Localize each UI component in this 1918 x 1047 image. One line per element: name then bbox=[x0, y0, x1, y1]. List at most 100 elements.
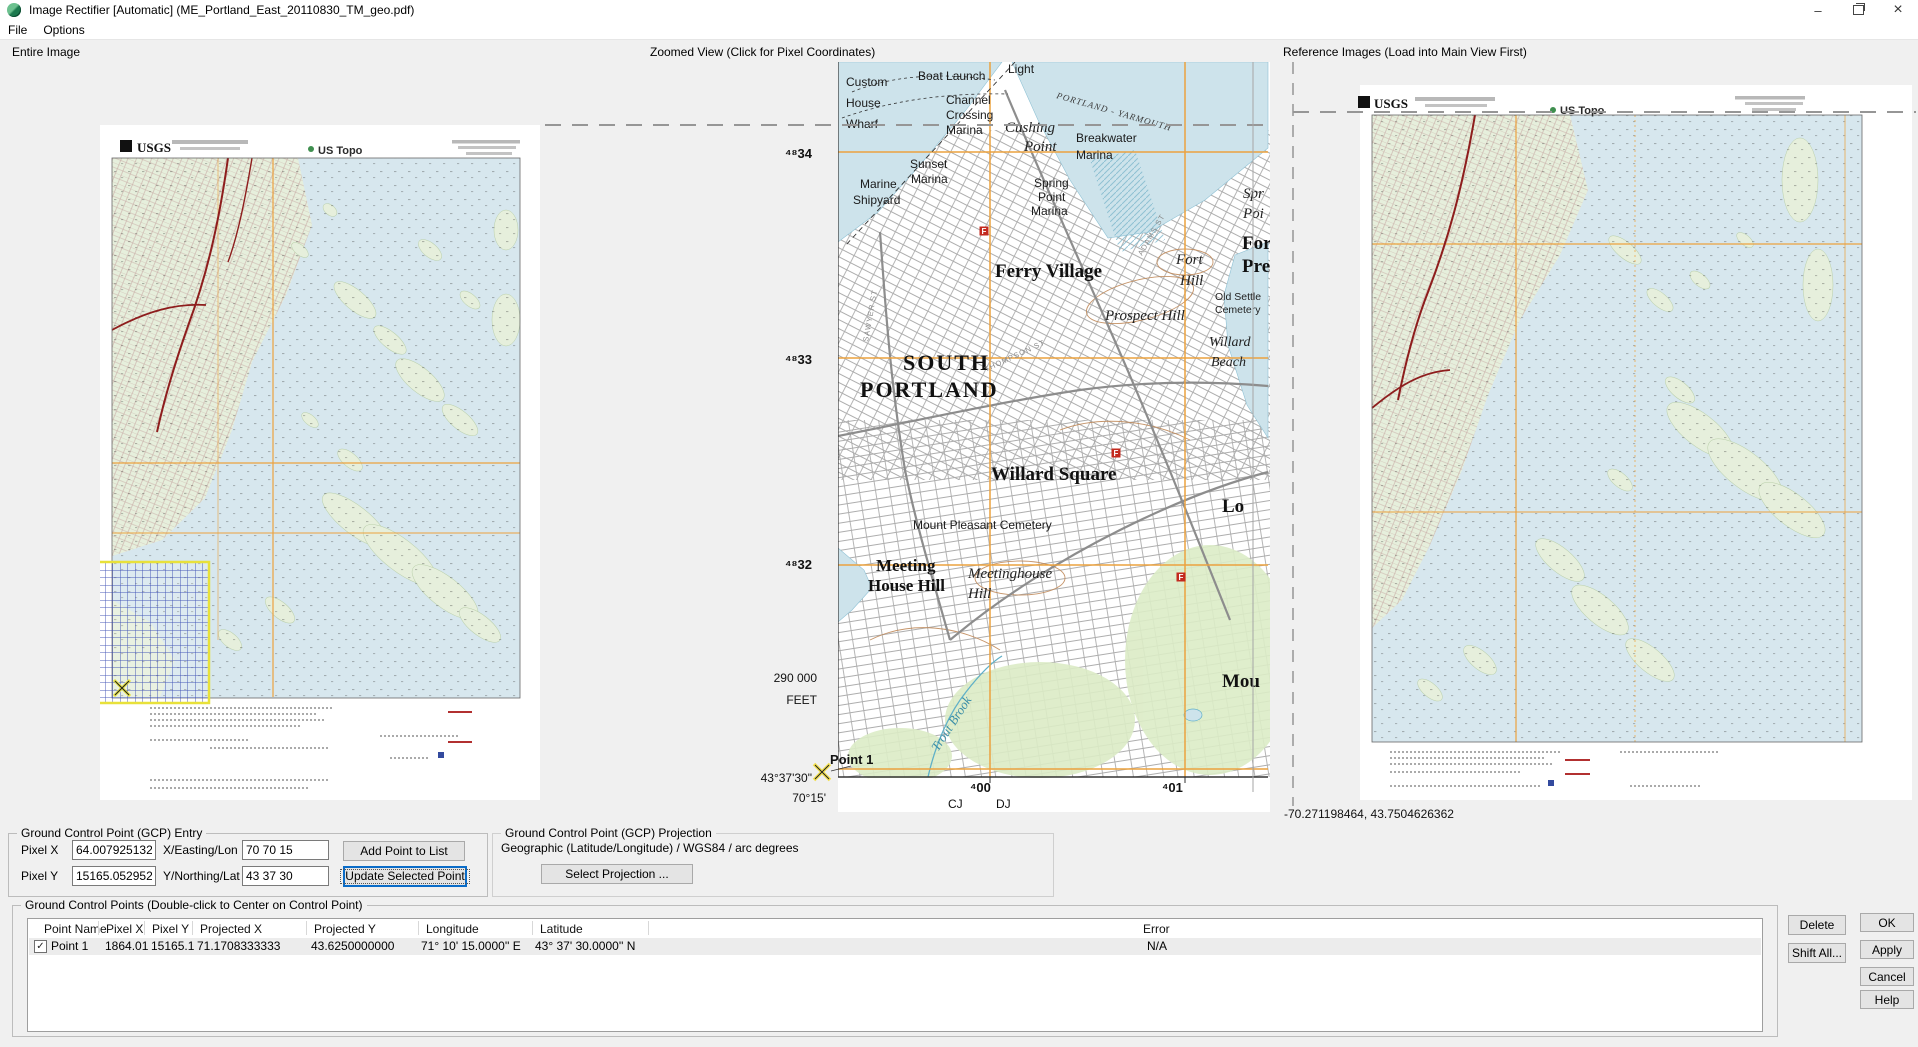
apply-button[interactable]: Apply bbox=[1860, 940, 1914, 959]
map-label: ⁴00 bbox=[970, 780, 991, 795]
map-label: 290 000 bbox=[774, 671, 818, 685]
col-pixel-x[interactable]: Pixel X bbox=[106, 922, 143, 936]
cell-pixel-x: 1864.01 bbox=[105, 939, 148, 953]
map-label: ⁴⁸32 bbox=[785, 557, 812, 572]
row-checkbox[interactable]: ✓ bbox=[34, 940, 47, 953]
map-label: Lo bbox=[1222, 496, 1244, 517]
pixel-x-label: Pixel X bbox=[21, 843, 58, 857]
ok-button[interactable]: OK bbox=[1860, 913, 1914, 932]
map-label: SOUTH bbox=[903, 350, 990, 375]
x-easting-lon-label: X/Easting/Lon bbox=[163, 843, 238, 857]
map-label: Prospect Hill bbox=[1104, 308, 1185, 324]
map-label: Marina bbox=[1076, 148, 1113, 162]
map-label: USGS bbox=[1374, 96, 1408, 111]
map-label: House Hill bbox=[868, 576, 945, 595]
help-button[interactable]: Help bbox=[1860, 990, 1914, 1009]
map-label: DJ bbox=[996, 797, 1011, 811]
map-label: Pre bbox=[1242, 256, 1270, 277]
map-label: Point bbox=[1023, 139, 1057, 155]
cell-point-name: Point 1 bbox=[51, 939, 88, 953]
map-label: Mount Pleasant Cemetery bbox=[913, 518, 1052, 532]
entire-image-view[interactable]: USGS US Topo bbox=[90, 125, 540, 800]
col-latitude[interactable]: Latitude bbox=[540, 922, 583, 936]
map-label: ⁴⁸34 bbox=[785, 146, 813, 161]
pixel-x-field[interactable] bbox=[72, 840, 156, 860]
gcp-entry-group-label: Ground Control Point (GCP) Entry bbox=[17, 826, 206, 840]
update-point-button[interactable]: Update Selected Point bbox=[343, 866, 467, 887]
map-label: Light bbox=[1008, 62, 1035, 76]
map-label: Ferry Village bbox=[995, 261, 1102, 282]
x-easting-lon-field[interactable] bbox=[242, 840, 329, 860]
map-label: CJ bbox=[948, 797, 963, 811]
map-label: Willard bbox=[1209, 335, 1251, 350]
col-pixel-y[interactable]: Pixel Y bbox=[152, 922, 189, 936]
map-label: -70.271198464, 43.7504626362 bbox=[1284, 807, 1454, 821]
gcp-table-row[interactable]: ✓ Point 1 1864.01 15165.1 71.1708333333 … bbox=[29, 938, 1761, 955]
facility-marker-label: F bbox=[1179, 573, 1184, 582]
map-label: Point 1 bbox=[830, 752, 873, 767]
map-label: USGS bbox=[137, 140, 171, 155]
col-projected-y[interactable]: Projected Y bbox=[314, 922, 376, 936]
delete-button[interactable]: Delete bbox=[1788, 915, 1846, 935]
gcp-points-table[interactable]: Point Name Pixel X Pixel Y Projected X P… bbox=[27, 918, 1763, 1032]
map-label: Old Settle bbox=[1215, 291, 1261, 303]
map-label: Marina bbox=[1031, 204, 1068, 218]
map-label: Point bbox=[1038, 190, 1066, 204]
map-label: Hill bbox=[1179, 273, 1203, 289]
gcp-points-group: Ground Control Points (Double-click to C… bbox=[12, 905, 1778, 1037]
cell-error: N/A bbox=[1147, 939, 1167, 953]
zoomed-view-map[interactable]: FFF CustomHouseWharfBoat LaunchLightPORT… bbox=[761, 62, 1295, 812]
cell-projected-x: 71.1708333333 bbox=[197, 939, 280, 953]
map-label: Marina bbox=[911, 172, 948, 186]
y-northing-lat-field[interactable] bbox=[242, 866, 329, 886]
map-label: US Topo bbox=[318, 145, 363, 157]
map-label: ⁴⁸33 bbox=[785, 352, 812, 367]
map-label: 43°37'30" bbox=[761, 771, 812, 785]
map-label: House bbox=[846, 96, 881, 110]
map-label: ⁴01 bbox=[1162, 780, 1183, 795]
map-label: Shipyard bbox=[853, 193, 900, 207]
map-label: Willard Square bbox=[991, 464, 1116, 485]
y-northing-lat-label: Y/Northing/Lat bbox=[163, 869, 240, 883]
map-label: Breakwater bbox=[1076, 131, 1137, 145]
map-label: Hill bbox=[967, 586, 991, 602]
map-label: Meeting bbox=[876, 556, 936, 575]
pixel-y-field[interactable] bbox=[72, 866, 156, 886]
cell-latitude: 43° 37' 30.0000'' N bbox=[535, 939, 635, 953]
map-label: Fort bbox=[1175, 252, 1204, 268]
facility-marker-label: F bbox=[1114, 449, 1119, 458]
gcp-points-group-label: Ground Control Points (Double-click to C… bbox=[21, 898, 367, 912]
zoom-selection-box[interactable] bbox=[90, 562, 209, 703]
shift-all-button[interactable]: Shift All... bbox=[1788, 943, 1846, 963]
gcp-entry-group: Ground Control Point (GCP) Entry Pixel X… bbox=[8, 833, 488, 897]
map-label: Beach bbox=[1211, 355, 1246, 370]
map-label: Marine bbox=[860, 177, 897, 191]
map-label: FEET bbox=[786, 693, 817, 707]
map-label: For bbox=[1242, 233, 1272, 254]
col-error[interactable]: Error bbox=[1143, 922, 1170, 936]
gcp-marker-point1[interactable] bbox=[814, 764, 830, 780]
gcp-projection-group-label: Ground Control Point (GCP) Projection bbox=[501, 826, 716, 840]
add-point-button[interactable]: Add Point to List bbox=[343, 841, 465, 861]
map-label: Custom bbox=[846, 75, 887, 89]
cell-pixel-y: 15165.1 bbox=[151, 939, 194, 953]
map-label: PORTLAND bbox=[860, 377, 999, 402]
cancel-button[interactable]: Cancel bbox=[1860, 967, 1914, 986]
image-rectifier-window: { "window": { "title": "Image Rectifier … bbox=[0, 0, 1918, 1047]
map-label: Spring bbox=[1034, 176, 1069, 190]
projection-value: Geographic (Latitude/Longitude) / WGS84 … bbox=[501, 841, 799, 855]
map-label: Mou bbox=[1222, 671, 1260, 692]
reference-image-view[interactable]: USGSUS Topo bbox=[1358, 85, 1912, 800]
gcp-projection-group: Ground Control Point (GCP) Projection Ge… bbox=[492, 833, 1054, 897]
pixel-y-label: Pixel Y bbox=[21, 869, 58, 883]
map-label: Cemetery bbox=[1215, 304, 1261, 316]
map-label: Meetinghouse bbox=[967, 566, 1052, 582]
col-projected-x[interactable]: Projected X bbox=[200, 922, 262, 936]
col-longitude[interactable]: Longitude bbox=[426, 922, 479, 936]
map-label: Crossing bbox=[946, 108, 993, 122]
map-label: 70°15' bbox=[792, 791, 826, 805]
map-label: Cushing bbox=[1005, 120, 1056, 136]
cell-longitude: 71° 10' 15.0000'' E bbox=[421, 939, 521, 953]
map-label: Boat Launch bbox=[918, 69, 985, 83]
select-projection-button[interactable]: Select Projection ... bbox=[541, 864, 693, 884]
